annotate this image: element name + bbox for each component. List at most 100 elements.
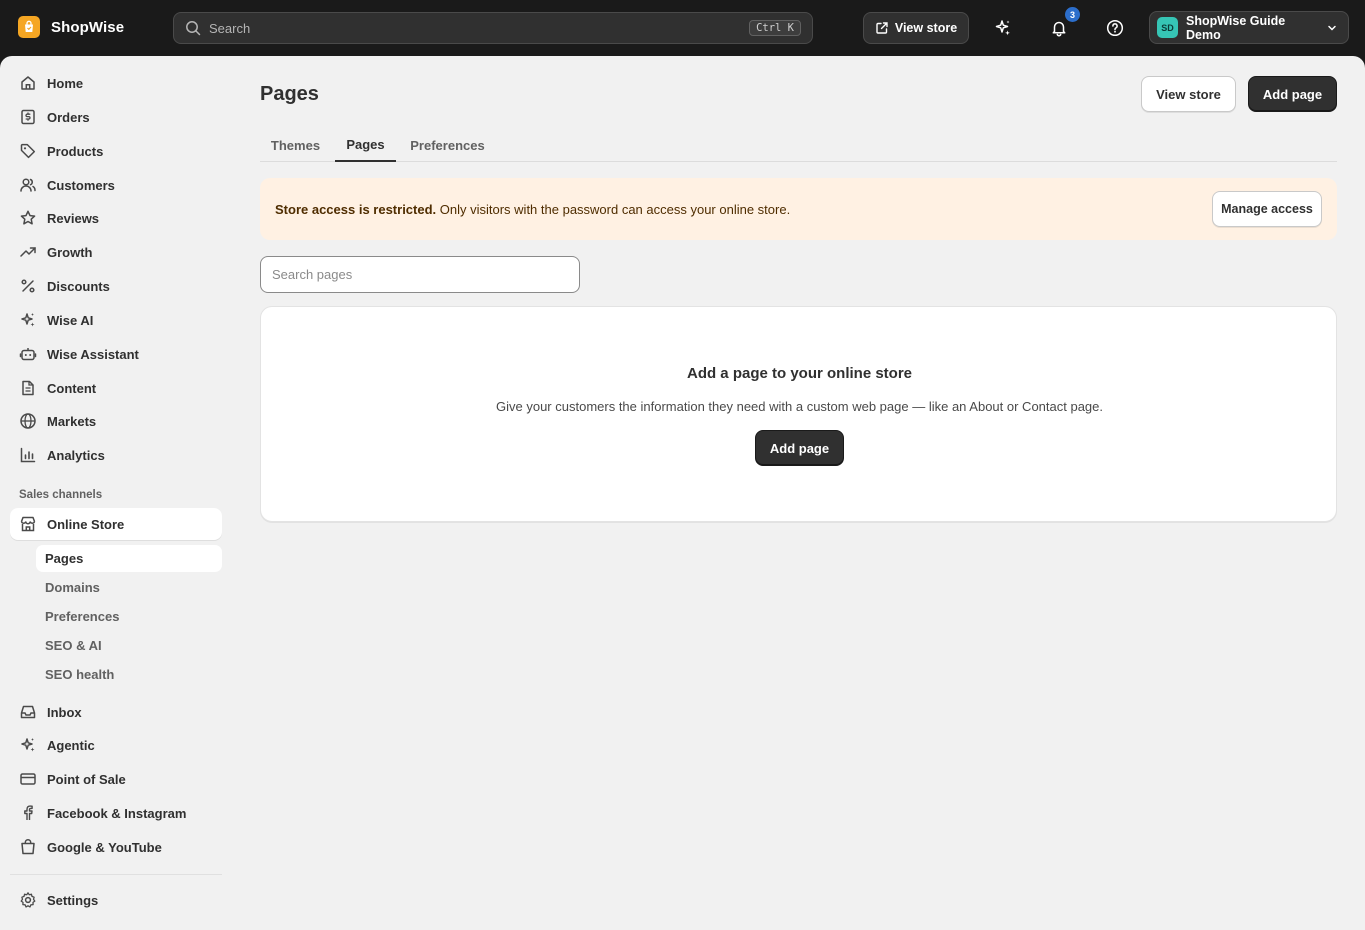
sidebar-item-label: Products — [47, 143, 104, 159]
banner-body-text: Only visitors with the password can acce… — [436, 201, 791, 217]
manage-access-button[interactable]: Manage access — [1212, 191, 1322, 227]
sidebar-item-label: Inbox — [47, 704, 82, 720]
help-icon[interactable] — [1101, 14, 1129, 42]
search-shortcut: Ctrl K — [749, 20, 801, 36]
store-icon — [19, 515, 37, 533]
sidebar-item-label: Growth — [47, 244, 93, 260]
sidebar-item-google-youtube[interactable]: Google & YouTube — [10, 831, 222, 863]
sidebar-subitem-domains[interactable]: Domains — [36, 574, 222, 601]
shopwise-logo-icon — [18, 16, 40, 38]
wise-ai-icon[interactable] — [989, 14, 1017, 42]
sparkle-icon — [19, 736, 37, 754]
sidebar-item-label: Home — [47, 75, 84, 91]
sidebar-item-inbox[interactable]: Inbox — [10, 696, 222, 728]
globe-icon — [19, 412, 37, 430]
app-frame: Home Orders Products Customers Reviews G… — [0, 56, 1365, 930]
gear-icon — [19, 891, 37, 909]
percent-icon — [19, 277, 37, 295]
view-store-label: View store — [894, 21, 958, 35]
sidebar-item-reviews[interactable]: Reviews — [10, 202, 222, 234]
brand[interactable]: ShopWise — [18, 16, 124, 38]
add-page-button[interactable]: Add page — [755, 430, 844, 466]
notification-badge: 3 — [1065, 7, 1080, 22]
sidebar-item-facebook-instagram[interactable]: Facebook & Instagram — [10, 797, 222, 829]
tab-themes[interactable]: Themes — [260, 128, 331, 162]
sidebar-item-agentic[interactable]: Agentic — [10, 729, 222, 761]
search-pages-input[interactable]: Search pages — [260, 256, 580, 293]
sidebar-item-analytics[interactable]: Analytics — [10, 439, 222, 471]
sidebar-item-label: Markets — [47, 413, 97, 429]
orders-icon — [19, 108, 37, 126]
sidebar-item-customers[interactable]: Customers — [10, 169, 222, 201]
sidebar-item-online-store[interactable]: Online Store — [10, 508, 222, 540]
empty-state-title: Add a page to your online store — [686, 365, 913, 382]
sidebar-item-label: Online Store — [47, 516, 125, 532]
sidebar-item-label: Wise Assistant — [47, 346, 139, 362]
sidebar-subitem-preferences[interactable]: Preferences — [36, 603, 222, 630]
sidebar-item-label: Reviews — [47, 210, 100, 226]
sidebar-item-products[interactable]: Products — [10, 135, 222, 167]
tab-pages[interactable]: Pages — [335, 128, 396, 162]
sidebar-item-orders[interactable]: Orders — [10, 101, 222, 133]
sidebar-item-label: Facebook & Instagram — [47, 805, 187, 821]
sidebar-item-label: Orders — [47, 109, 90, 125]
sidebar-subitem-seo-ai[interactable]: SEO & AI — [36, 632, 222, 659]
sidebar-divider — [10, 874, 222, 875]
star-icon — [19, 209, 37, 227]
search-pages-placeholder: Search pages — [272, 267, 353, 282]
account-name: ShopWise Guide Demo — [1186, 13, 1286, 42]
document-icon — [19, 379, 37, 397]
global-search-input[interactable]: Search Ctrl K — [173, 12, 813, 44]
sidebar-subitem-pages[interactable]: Pages — [36, 545, 222, 572]
add-page-header-button[interactable]: Add page — [1248, 76, 1337, 112]
sales-channels-heading: Sales channels — [19, 489, 103, 501]
sidebar-item-label: Customers — [47, 177, 115, 193]
view-store-button[interactable]: View store — [863, 12, 969, 44]
avatar: SD — [1157, 17, 1178, 38]
sidebar-item-label: Wise AI — [47, 312, 94, 328]
sidebar-item-point-of-sale[interactable]: Point of Sale — [10, 763, 222, 795]
account-menu-button[interactable]: SD ShopWise Guide Demo — [1149, 11, 1349, 44]
robot-icon — [19, 345, 37, 363]
sidebar-item-label: Discounts — [47, 278, 110, 294]
people-icon — [19, 176, 37, 194]
sidebar-item-wise-ai[interactable]: Wise AI — [10, 304, 222, 336]
sidebar-item-home[interactable]: Home — [10, 67, 222, 99]
sidebar-item-discounts[interactable]: Discounts — [10, 270, 222, 302]
card-icon — [19, 770, 37, 788]
brand-name: ShopWise — [51, 18, 125, 36]
bag-icon — [19, 838, 37, 856]
top-bar: ShopWise Search Ctrl K View store 3 SD S… — [0, 0, 1365, 56]
sidebar-item-wise-assistant[interactable]: Wise Assistant — [10, 338, 222, 370]
tab-bar: Themes Pages Preferences — [260, 128, 1337, 162]
chart-icon — [19, 446, 37, 464]
empty-state-card: Add a page to your online store Give you… — [260, 306, 1337, 522]
search-placeholder: Search — [209, 20, 251, 36]
home-icon — [19, 74, 37, 92]
tab-preferences[interactable]: Preferences — [402, 128, 493, 162]
chevron-down-icon — [1326, 22, 1338, 34]
sidebar-item-markets[interactable]: Markets — [10, 405, 222, 437]
sidebar-item-label: Agentic — [47, 737, 95, 753]
sidebar-subitem-seo-health[interactable]: SEO health — [36, 661, 222, 688]
trend-icon — [19, 243, 37, 261]
sidebar-item-label: Content — [47, 380, 97, 396]
banner-bold-text: Store access is restricted. — [275, 201, 437, 217]
tag-icon — [19, 142, 37, 160]
sidebar-item-settings[interactable]: Settings — [10, 884, 222, 916]
facebook-icon — [19, 804, 37, 822]
store-access-banner: Store access is restricted. Only visitor… — [260, 178, 1337, 240]
sidebar-item-content[interactable]: Content — [10, 372, 222, 404]
banner-message: Store access is restricted. Only visitor… — [275, 202, 790, 217]
sparkle-icon — [19, 311, 37, 329]
sidebar-item-label: Settings — [47, 892, 99, 908]
inbox-icon — [19, 703, 37, 721]
external-link-icon — [875, 21, 889, 35]
search-icon — [185, 20, 201, 36]
sidebar-item-growth[interactable]: Growth — [10, 236, 222, 268]
sidebar-item-label: Google & YouTube — [47, 839, 162, 855]
view-store-secondary-button[interactable]: View store — [1141, 76, 1236, 112]
page-title: Pages — [260, 83, 319, 105]
sidebar-item-label: Point of Sale — [47, 771, 126, 787]
empty-state-description: Give your customers the information they… — [496, 399, 1103, 414]
